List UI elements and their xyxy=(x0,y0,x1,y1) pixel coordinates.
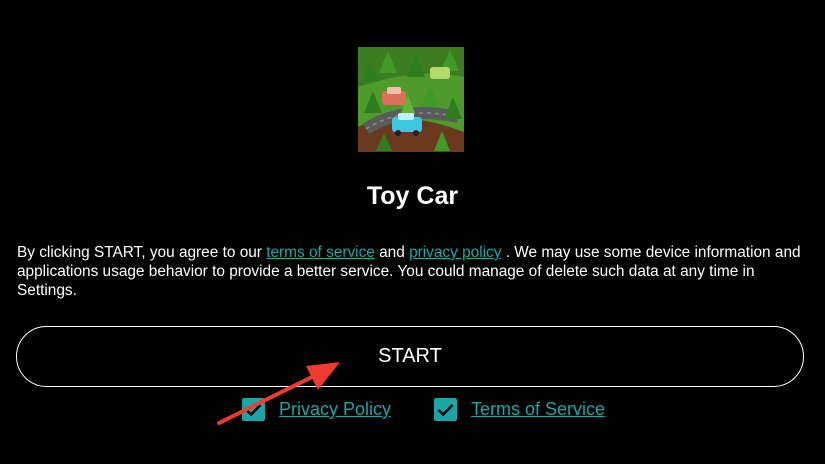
terms-of-service-checkbox[interactable] xyxy=(434,398,457,421)
start-button[interactable]: START xyxy=(16,326,804,387)
consent-screen: Toy Car By clicking START, you agree to … xyxy=(0,0,825,464)
consent-text: By clicking START, you agree to our term… xyxy=(17,243,812,300)
consent-text-before: By clicking START, you agree to our xyxy=(17,244,267,261)
terms-of-service-checkbox-label[interactable]: Terms of Service xyxy=(471,399,605,420)
privacy-policy-checkbox[interactable] xyxy=(242,398,265,421)
consent-text-and: and xyxy=(374,244,410,261)
privacy-policy-checkbox-label[interactable]: Privacy Policy xyxy=(279,399,391,420)
checkmark-icon xyxy=(245,403,262,416)
privacy-policy-link[interactable]: privacy policy xyxy=(409,244,501,261)
app-title: Toy Car xyxy=(366,182,459,210)
terms-of-service-checkbox-row[interactable]: Terms of Service xyxy=(434,398,605,421)
checkmark-icon xyxy=(437,403,454,416)
toy-car-app-icon xyxy=(358,47,464,152)
terms-of-service-link[interactable]: terms of service xyxy=(266,244,375,261)
privacy-policy-checkbox-row[interactable]: Privacy Policy xyxy=(242,398,391,421)
